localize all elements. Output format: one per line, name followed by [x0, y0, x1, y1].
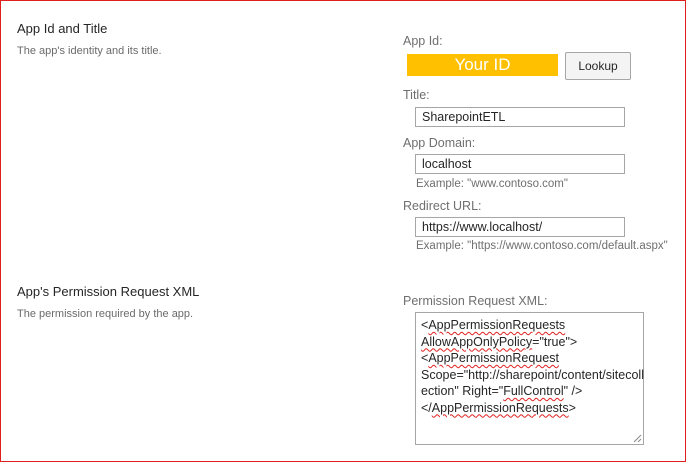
section-title-app-id: App Id and Title: [17, 21, 108, 36]
app-domain-input[interactable]: localhost: [415, 154, 625, 174]
app-id-field[interactable]: Your ID: [407, 54, 558, 76]
resize-grip-icon[interactable]: [633, 434, 642, 443]
redirect-url-label: Redirect URL:: [403, 199, 482, 213]
xml-line-5: ection" Right="FullControl" />: [421, 383, 638, 400]
xml-text-misspelled: AppPermissionRequests: [428, 318, 566, 332]
xml-text: " />: [563, 384, 583, 398]
lookup-button[interactable]: Lookup: [565, 52, 631, 80]
xml-line-2: AllowAppOnlyPolicy="true">: [421, 334, 638, 351]
app-id-label: App Id:: [403, 34, 443, 48]
xml-line-6: </AppPermissionRequests>: [421, 400, 638, 417]
title-label: Title:: [403, 88, 430, 102]
redirect-url-input[interactable]: https://www.localhost/: [415, 217, 625, 237]
section-description-permission: The permission required by the app.: [17, 308, 194, 320]
section-title-permission: App's Permission Request XML: [17, 284, 200, 299]
xml-line-3: <AppPermissionRequest: [421, 350, 638, 367]
xml-text: >: [568, 400, 576, 415]
xml-line-1: <AppPermissionRequests: [421, 317, 638, 334]
permission-xml-label: Permission Request XML:: [403, 294, 548, 308]
xml-text: ection" Right=": [421, 384, 504, 398]
xml-text: </: [421, 400, 432, 415]
section-description-app-id: The app's identity and its title.: [17, 45, 162, 57]
permission-xml-textarea[interactable]: <AppPermissionRequests AllowAppOnlyPolic…: [415, 312, 644, 445]
xml-text-misspelled: FullControl: [503, 384, 564, 398]
xml-text-misspelled: AppPermissionRequest: [428, 351, 559, 365]
xml-text-misspelled: AppPermissionRequests: [431, 400, 569, 415]
xml-text-misspelled: AllowAppOnlyPolicy: [421, 334, 533, 349]
app-domain-label: App Domain:: [403, 136, 476, 150]
app-domain-example: Example: "www.contoso.com": [416, 178, 568, 190]
title-input[interactable]: SharepointETL: [415, 107, 625, 127]
xml-line-4: Scope="http://sharepoint/content/sitecol…: [421, 367, 644, 382]
redirect-url-example: Example: "https://www.contoso.com/defaul…: [416, 240, 668, 252]
xml-text: ="true">: [532, 334, 578, 349]
